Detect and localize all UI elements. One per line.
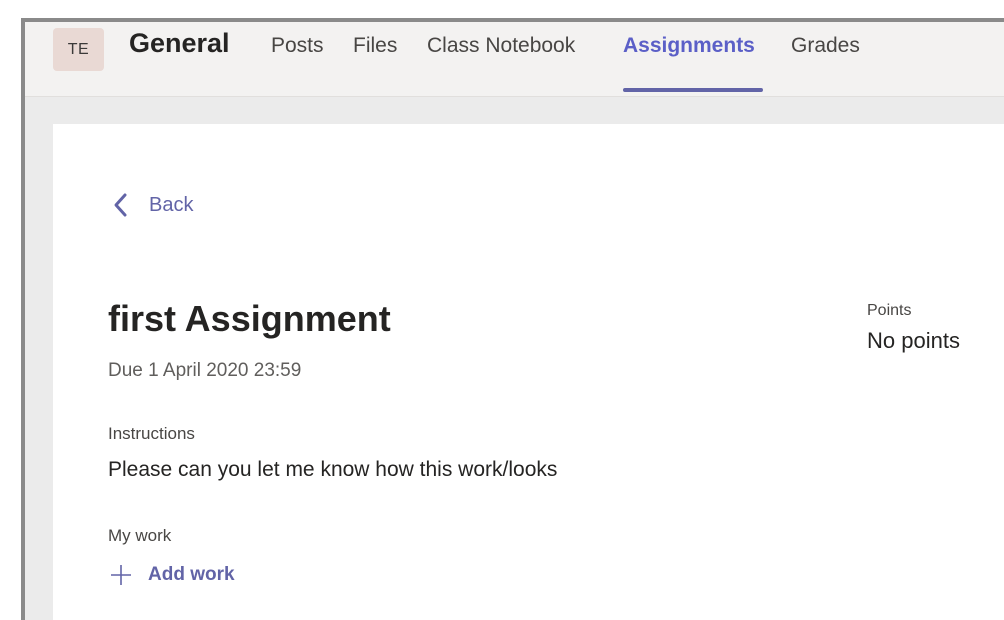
tab-assignments[interactable]: Assignments [623,34,755,58]
points-value: No points [867,328,960,353]
team-avatar[interactable]: TE [53,28,104,71]
add-work-label: Add work [148,564,235,585]
channel-header: TE General Posts Files Class Notebook As… [25,22,1004,97]
active-tab-indicator [623,88,763,92]
outer-margin-top [0,0,1004,18]
plus-icon [111,565,131,585]
instructions-text: Please can you let me know how this work… [108,458,558,481]
tab-posts[interactable]: Posts [271,34,324,58]
frame-border-left [21,18,25,620]
back-label: Back [149,193,194,216]
tab-class-notebook[interactable]: Class Notebook [427,34,575,58]
app-frame: TE General Posts Files Class Notebook As… [0,0,1004,620]
tab-grades[interactable]: Grades [791,34,860,58]
instructions-label: Instructions [108,424,195,443]
assignment-title: first Assignment [108,298,391,339]
channel-title: General [129,28,230,58]
add-work-button[interactable]: Add work [110,564,235,586]
tab-files[interactable]: Files [353,34,397,58]
chevron-left-icon [114,193,127,217]
points-label: Points [867,302,912,319]
outer-margin-left [0,0,21,620]
due-date: Due 1 April 2020 23:59 [108,360,302,381]
back-button[interactable]: Back [110,192,193,218]
my-work-label: My work [108,526,172,545]
assignment-detail-panel: Back first Assignment Due 1 April 2020 2… [53,124,1004,620]
